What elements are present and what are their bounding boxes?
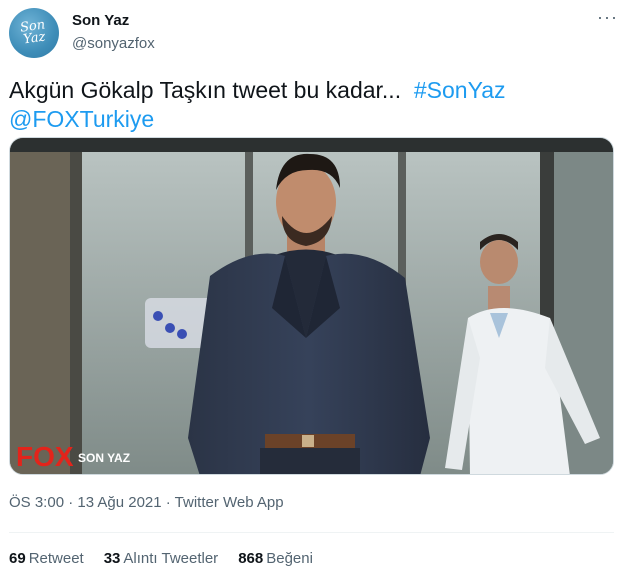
tweet-media-photo[interactable]: FOX SON YAZ bbox=[9, 137, 614, 475]
retweets-label: Retweet bbox=[28, 550, 84, 567]
retweets-count: 69 bbox=[9, 550, 26, 567]
account-handle[interactable]: @sonyazfox bbox=[72, 35, 155, 52]
likes-count: 868 bbox=[238, 550, 264, 567]
avatar-text-yaz: Yaz bbox=[22, 29, 47, 48]
tweet-text: Akgün Gökalp Taşkın tweet bu kadar... #S… bbox=[9, 76, 609, 134]
likes-stat[interactable]: 868 Beğeni bbox=[238, 550, 313, 567]
divider bbox=[9, 532, 614, 533]
retweets-stat[interactable]: 69 Retweet bbox=[9, 550, 84, 567]
account-name[interactable]: Son Yaz bbox=[72, 12, 129, 29]
tweet-timestamp[interactable]: ÖS 3:00 · 13 Ağu 2021 · Twitter Web App bbox=[9, 494, 284, 511]
more-horizontal-icon[interactable]: ··· bbox=[597, 8, 618, 26]
avatar[interactable]: Son Yaz bbox=[9, 8, 59, 58]
quotes-label: Alıntı Tweetler bbox=[123, 550, 219, 567]
hashtag-link[interactable]: #SonYaz bbox=[414, 77, 506, 103]
tweet-card: Son Yaz Son Yaz @sonyazfox ··· Akgün Gök… bbox=[0, 0, 640, 585]
show-title-overlay: SON YAZ bbox=[78, 451, 130, 465]
tweet-stats: 69 Retweet 33 Alıntı Tweetler 868 Beğeni bbox=[9, 550, 313, 567]
quotes-stat[interactable]: 33 Alıntı Tweetler bbox=[104, 550, 218, 567]
likes-label: Beğeni bbox=[266, 550, 313, 567]
mention-link[interactable]: @FOXTurkiye bbox=[9, 106, 154, 132]
fox-channel-logo: FOX bbox=[16, 441, 74, 472]
avatar-logo: Son Yaz bbox=[20, 17, 48, 48]
tweet-body: Akgün Gökalp Taşkın tweet bu kadar... bbox=[9, 77, 402, 103]
quotes-count: 33 bbox=[103, 550, 121, 567]
